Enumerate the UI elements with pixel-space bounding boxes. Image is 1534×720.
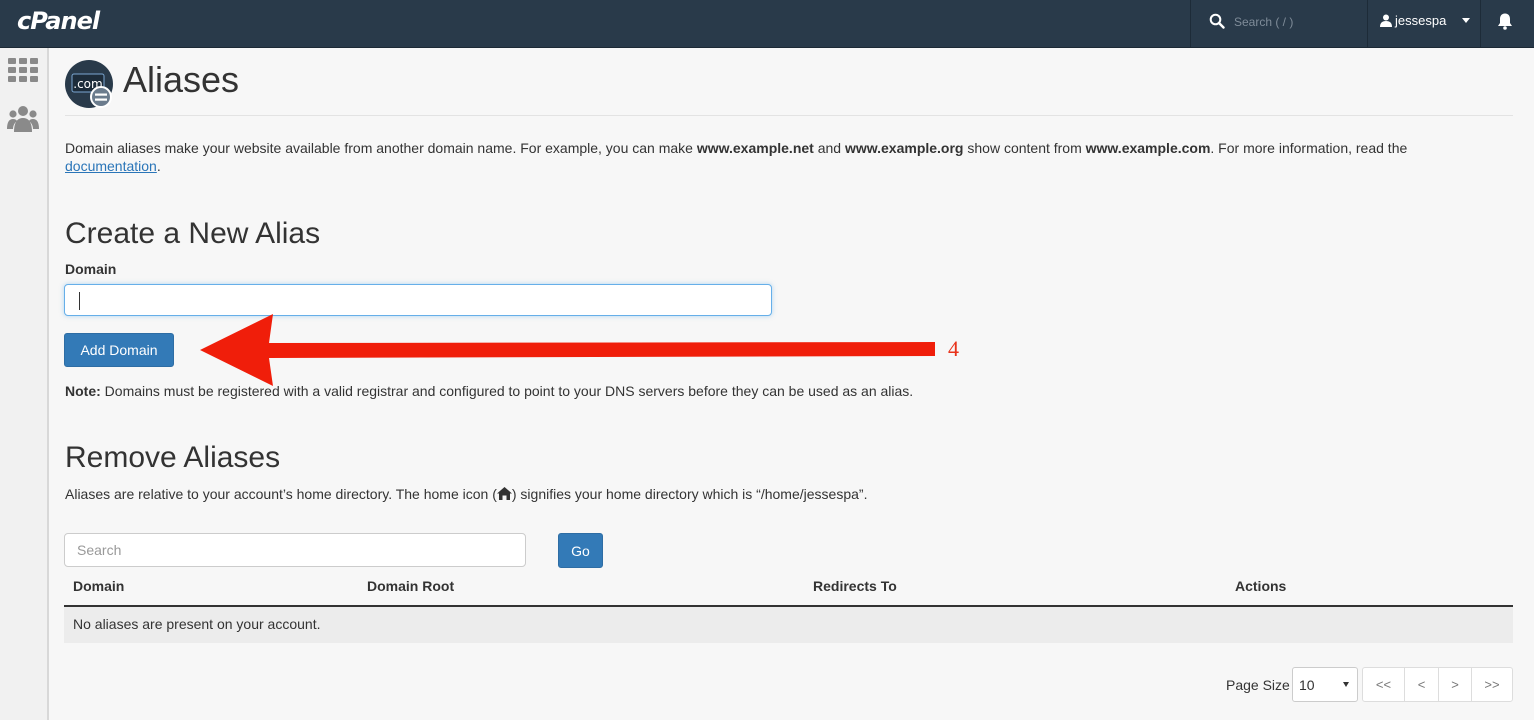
table-header: Domain Domain Root Redirects To Actions bbox=[64, 569, 1513, 607]
apps-grid-icon[interactable] bbox=[8, 58, 38, 82]
page-description: Domain aliases make your website availab… bbox=[65, 140, 1408, 174]
aliases-table: Domain Domain Root Redirects To Actions … bbox=[64, 569, 1513, 643]
previous-page-button[interactable]: < bbox=[1404, 667, 1439, 702]
home-icon bbox=[496, 487, 512, 500]
empty-table-message: No aliases are present on your account. bbox=[73, 616, 321, 632]
aliases-icon: .com bbox=[65, 60, 113, 108]
caret-down-icon bbox=[1343, 682, 1349, 687]
search-icon bbox=[1209, 13, 1225, 29]
annotation-arrow bbox=[200, 314, 935, 386]
bell-icon[interactable] bbox=[1496, 12, 1514, 30]
username-label: jessespa bbox=[1395, 13, 1447, 28]
sidebar bbox=[0, 48, 49, 720]
column-header-actions: Actions bbox=[1235, 578, 1287, 594]
table-row: No aliases are present on your account. bbox=[64, 607, 1513, 643]
users-icon[interactable] bbox=[7, 104, 39, 132]
chevron-down-icon bbox=[1462, 18, 1471, 23]
column-header-domain-root[interactable]: Domain Root bbox=[367, 578, 454, 594]
page-size-select[interactable]: 10 bbox=[1292, 667, 1358, 702]
page-size-label: Page Size bbox=[1226, 677, 1290, 693]
navbar-divider bbox=[1190, 0, 1191, 47]
column-header-redirects-to[interactable]: Redirects To bbox=[813, 578, 897, 594]
text-cursor bbox=[79, 292, 80, 310]
documentation-link[interactable]: documentation bbox=[65, 158, 157, 174]
user-icon bbox=[1380, 14, 1392, 27]
last-page-button[interactable]: >> bbox=[1471, 667, 1513, 702]
next-page-button[interactable]: > bbox=[1438, 667, 1472, 702]
navbar-divider bbox=[1480, 0, 1481, 47]
page-title: Aliases bbox=[123, 59, 240, 100]
global-search-input[interactable] bbox=[1234, 12, 1354, 32]
go-button[interactable]: Go bbox=[558, 533, 603, 568]
first-page-button[interactable]: << bbox=[1362, 667, 1405, 702]
page-size-value: 10 bbox=[1299, 677, 1315, 693]
alias-search-input[interactable] bbox=[64, 533, 526, 567]
top-navbar: cPanel jessespa bbox=[0, 0, 1534, 48]
navbar-divider bbox=[1367, 0, 1368, 47]
divider bbox=[65, 115, 1513, 116]
remove-description: Aliases are relative to your account’s h… bbox=[65, 486, 868, 502]
remove-aliases-heading: Remove Aliases bbox=[65, 441, 281, 474]
annotation-step-number: 4 bbox=[948, 336, 959, 361]
cpanel-logo[interactable]: cPanel bbox=[17, 7, 100, 35]
domain-label: Domain bbox=[65, 261, 117, 277]
add-domain-button[interactable]: Add Domain bbox=[64, 333, 174, 367]
user-menu[interactable]: jessespa bbox=[1380, 13, 1471, 28]
column-header-domain[interactable]: Domain bbox=[73, 578, 124, 594]
create-alias-heading: Create a New Alias bbox=[65, 217, 321, 250]
